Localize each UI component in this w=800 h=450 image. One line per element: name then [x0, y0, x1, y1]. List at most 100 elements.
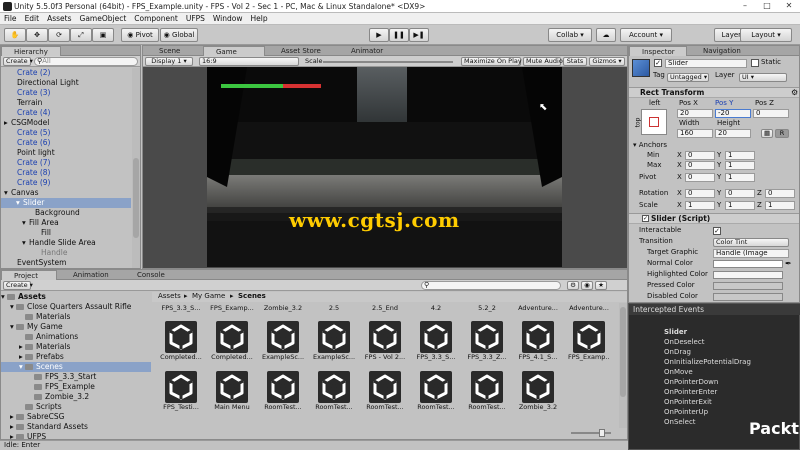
foldout-arrow-icon[interactable]: ▾: [10, 302, 14, 312]
scale-slider[interactable]: [323, 61, 453, 63]
step-button[interactable]: ▶❚: [409, 28, 429, 42]
eyedropper-icon[interactable]: ✒: [785, 259, 792, 268]
scene-asset[interactable]: FPS_3.3_Z...: [467, 313, 507, 361]
hierarchy-item[interactable]: EventSystem: [1, 258, 131, 268]
anchor-min-x-field[interactable]: 0: [685, 151, 715, 160]
project-folder-item[interactable]: Materials: [1, 312, 151, 322]
menu-gameobject[interactable]: GameObject: [76, 13, 131, 25]
hierarchy-create-button[interactable]: Create ▾: [3, 57, 33, 66]
anchors-foldout[interactable]: ▾ Anchors: [633, 141, 667, 150]
pos-x-field[interactable]: 20: [677, 109, 713, 118]
asset-label[interactable]: Adventure...: [566, 304, 612, 312]
favorites-button[interactable]: ★: [595, 281, 607, 290]
scene-asset[interactable]: FPS - Vol 2...: [365, 313, 405, 361]
project-scroll-thumb[interactable]: [620, 307, 626, 397]
foldout-arrow-icon[interactable]: ▾: [10, 322, 14, 332]
hierarchy-item[interactable]: ▾ Slider: [1, 198, 131, 208]
hierarchy-item[interactable]: Crate (6): [1, 138, 131, 148]
scene-asset[interactable]: RoomTest...: [366, 363, 404, 411]
filter-type-button[interactable]: ⚙: [567, 281, 579, 290]
hierarchy-item[interactable]: Terrain: [1, 98, 131, 108]
menu-component[interactable]: Component: [130, 13, 182, 25]
tab-animator[interactable]: Animator: [339, 46, 397, 56]
static-checkbox[interactable]: [751, 59, 759, 67]
asset-label[interactable]: FPS_Examp...: [209, 304, 255, 312]
raw-edit-button[interactable]: R: [775, 129, 789, 138]
aspect-dropdown[interactable]: 16:9: [199, 57, 299, 66]
breadcrumb-assets[interactable]: Assets: [158, 292, 181, 301]
game-viewport[interactable]: ⬉ www.cgtsj.com: [207, 67, 562, 267]
asset-label[interactable]: FPS_3.3_S...: [158, 304, 204, 312]
foldout-arrow-icon[interactable]: ▾: [22, 218, 26, 228]
hand-tool-button[interactable]: ✋: [4, 28, 26, 42]
rect-transform-header[interactable]: Rect Transform: [629, 87, 799, 98]
active-checkbox[interactable]: ✓: [654, 59, 662, 67]
rotation-x-field[interactable]: 0: [685, 189, 715, 198]
scale-tool-button[interactable]: ⤢: [70, 28, 92, 42]
tab-asset-store[interactable]: Asset Store: [269, 46, 337, 56]
gizmos-dropdown[interactable]: Gizmos ▾: [589, 57, 625, 66]
rect-tool-button[interactable]: ▣: [92, 28, 114, 42]
pos-z-field[interactable]: 0: [753, 109, 789, 118]
pivot-toggle-button[interactable]: ◉ Pivot: [121, 28, 159, 42]
pause-button[interactable]: ❚❚: [389, 28, 409, 42]
project-folder-item[interactable]: ▾ Assets: [1, 292, 151, 302]
project-folder-item[interactable]: ▸ Standard Assets: [1, 422, 151, 432]
width-field[interactable]: 160: [677, 129, 713, 138]
scene-asset[interactable]: FPS_Testi...: [162, 363, 200, 411]
scale-x-field[interactable]: 1: [685, 201, 715, 210]
rotate-tool-button[interactable]: ⟳: [48, 28, 70, 42]
project-folder-item[interactable]: ▸ Materials: [1, 342, 151, 352]
project-folder-item[interactable]: ▾ Close Quarters Assault Rifle: [1, 302, 151, 312]
layout-dropdown[interactable]: Layout ▾: [740, 28, 792, 42]
foldout-arrow-icon[interactable]: ▸: [19, 342, 23, 352]
scene-asset[interactable]: ExampleSc...: [262, 313, 304, 361]
tab-game[interactable]: Game: [203, 46, 265, 56]
highlighted-color-field[interactable]: [713, 271, 783, 279]
layer-dropdown[interactable]: UI ▾: [739, 73, 787, 82]
hierarchy-item[interactable]: Handle: [1, 248, 131, 258]
hierarchy-item[interactable]: Crate (4): [1, 108, 131, 118]
hierarchy-item[interactable]: Crate (7): [1, 158, 131, 168]
asset-label[interactable]: Zombie_3.2: [260, 304, 306, 312]
asset-label[interactable]: 5.2_2: [464, 304, 510, 312]
account-dropdown[interactable]: Account ▾: [620, 28, 672, 42]
tab-animation[interactable]: Animation: [61, 270, 121, 280]
asset-label[interactable]: 2.5: [311, 304, 357, 312]
scene-asset[interactable]: FPS_3.3_S...: [417, 313, 455, 361]
hierarchy-item[interactable]: Point light: [1, 148, 131, 158]
asset-label[interactable]: 4.2: [413, 304, 459, 312]
project-folder-item[interactable]: Animations: [1, 332, 151, 342]
menu-window[interactable]: Window: [209, 13, 247, 25]
foldout-arrow-icon[interactable]: ▾: [1, 292, 5, 302]
hierarchy-search-input[interactable]: ⚲All: [34, 57, 138, 66]
object-name-field[interactable]: Slider: [665, 59, 747, 68]
hierarchy-item[interactable]: Background: [1, 208, 131, 218]
scene-asset[interactable]: Completed...: [160, 313, 202, 361]
scene-asset[interactable]: ExampleSc...: [313, 313, 355, 361]
foldout-arrow-icon[interactable]: ▾: [4, 188, 8, 198]
scene-asset[interactable]: Zombie_3.2: [519, 363, 557, 411]
menu-edit[interactable]: Edit: [21, 13, 44, 25]
project-folder-item[interactable]: Zombie_3.2: [1, 392, 151, 402]
foldout-arrow-icon[interactable]: ▸: [4, 118, 8, 128]
anchor-max-y-field[interactable]: 1: [725, 161, 755, 170]
menu-ufps[interactable]: UFPS: [182, 13, 209, 25]
blueprint-mode-button[interactable]: ▦: [761, 129, 773, 138]
move-tool-button[interactable]: ✥: [26, 28, 48, 42]
menu-assets[interactable]: Assets: [43, 13, 75, 25]
pivot-x-field[interactable]: 0: [685, 173, 715, 182]
foldout-arrow-icon[interactable]: ▾: [19, 362, 23, 372]
hierarchy-item[interactable]: Crate (2): [1, 68, 131, 78]
tab-inspector[interactable]: Inspector: [629, 46, 687, 56]
filter-label-button[interactable]: ◉: [581, 281, 593, 290]
disabled-color-field[interactable]: [713, 293, 783, 301]
play-button[interactable]: ▶: [369, 28, 389, 42]
scene-asset[interactable]: FPS_4.1_S...: [519, 313, 557, 361]
project-folder-item[interactable]: ▸ SabreCSG: [1, 412, 151, 422]
rotation-z-field[interactable]: 0: [765, 189, 795, 198]
breadcrumb-scenes[interactable]: Scenes: [238, 292, 266, 301]
foldout-arrow-icon[interactable]: ▸: [10, 412, 14, 422]
global-toggle-button[interactable]: ◉ Global: [160, 28, 198, 42]
tab-scene[interactable]: Scene: [147, 46, 199, 56]
